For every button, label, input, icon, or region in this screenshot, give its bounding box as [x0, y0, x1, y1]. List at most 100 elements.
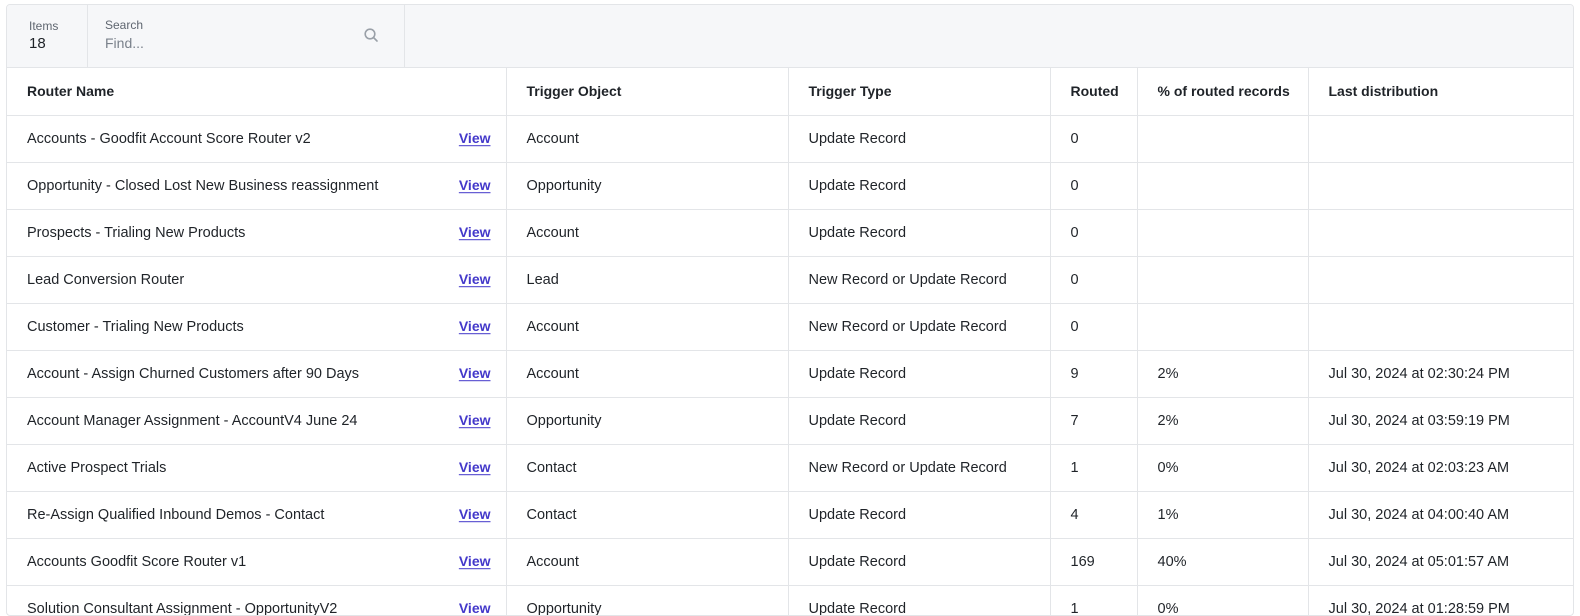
last-distribution-cell: [1308, 256, 1573, 304]
table-header-row: Router Name Trigger Object Trigger Type …: [7, 67, 1573, 116]
percent-routed-cell: 2%: [1137, 350, 1309, 398]
last-distribution-cell: [1308, 115, 1573, 163]
routers-table: Router Name Trigger Object Trigger Type …: [7, 67, 1573, 616]
router-name-cell: Re-Assign Qualified Inbound Demos - Cont…: [7, 491, 507, 539]
router-name-cell: Active Prospect Trials View: [7, 444, 507, 492]
table-row: Solution Consultant Assignment - Opportu…: [7, 585, 1573, 616]
trigger-type-cell: Update Record: [788, 162, 1051, 210]
table-row: Active Prospect Trials View Contact New Rec…: [7, 444, 1573, 492]
view-link[interactable]: View: [459, 365, 491, 381]
router-name: Accounts Goodfit Score Router v1: [27, 553, 247, 570]
router-name: Account - Assign Churned Customers after…: [27, 365, 360, 382]
router-name-cell: Solution Consultant Assignment - Opportu…: [7, 585, 507, 616]
percent-routed-cell: 1%: [1137, 491, 1309, 539]
percent-routed-cell: 40%: [1137, 538, 1309, 586]
trigger-type-cell: Update Record: [788, 538, 1051, 586]
router-name-cell: Accounts Goodfit Score Router v1 View: [7, 538, 507, 586]
column-header-last-distribution[interactable]: Last distribution: [1308, 67, 1573, 116]
routers-panel: Items 18 Search Router Name Trigger Obje…: [6, 4, 1574, 616]
trigger-object-cell: Account: [506, 303, 789, 351]
column-header-percent-routed[interactable]: % of routed records: [1137, 67, 1309, 116]
view-link[interactable]: View: [459, 412, 491, 428]
router-name-cell: Account Manager Assignment - AccountV4 J…: [7, 397, 507, 445]
trigger-object-cell: Opportunity: [506, 397, 789, 445]
column-header-trigger-type[interactable]: Trigger Type: [788, 67, 1051, 116]
search-box: Search: [87, 5, 405, 67]
view-link[interactable]: View: [459, 177, 491, 193]
trigger-type-cell: Update Record: [788, 397, 1051, 445]
router-name-cell: Opportunity - Closed Lost New Business r…: [7, 162, 507, 210]
view-link[interactable]: View: [459, 459, 491, 475]
items-label: Items: [29, 19, 59, 33]
router-name: Solution Consultant Assignment - Opportu…: [27, 600, 338, 616]
routed-cell: 0: [1050, 256, 1138, 304]
routed-cell: 0: [1050, 209, 1138, 257]
toolbar: Items 18 Search: [7, 5, 1573, 68]
percent-routed-cell: [1137, 303, 1309, 351]
table-row: Lead Conversion Router View Lead New Record…: [7, 256, 1573, 304]
view-link[interactable]: View: [459, 224, 491, 240]
view-link[interactable]: View: [459, 506, 491, 522]
search-input[interactable]: [105, 33, 345, 53]
trigger-object-cell: Account: [506, 350, 789, 398]
trigger-object-cell: Account: [506, 209, 789, 257]
trigger-object-cell: Opportunity: [506, 585, 789, 615]
trigger-type-cell: Update Record: [788, 209, 1051, 257]
last-distribution-cell: Jul 30, 2024 at 04:00:40 AM: [1308, 491, 1573, 539]
percent-routed-cell: 0%: [1137, 585, 1309, 615]
router-name-cell: Prospects - Trialing New Products View: [7, 209, 507, 257]
column-header-routed[interactable]: Routed: [1050, 67, 1138, 116]
search-label: Search: [105, 18, 144, 32]
router-name: Prospects - Trialing New Products: [27, 224, 246, 241]
view-link[interactable]: View: [459, 553, 491, 569]
last-distribution-cell: Jul 30, 2024 at 02:30:24 PM: [1308, 350, 1573, 398]
view-link[interactable]: View: [459, 130, 491, 146]
routed-cell: 1: [1050, 585, 1138, 615]
router-name: Lead Conversion Router: [27, 271, 185, 288]
router-name-cell: Account - Assign Churned Customers after…: [7, 350, 507, 398]
trigger-object-cell: Account: [506, 115, 789, 163]
table-row: Accounts - Goodfit Account Score Router …: [7, 115, 1573, 163]
items-count: 18: [29, 35, 46, 52]
router-name-cell: Customer - Trialing New Products View: [7, 303, 507, 351]
table-row: Account Manager Assignment - AccountV4 J…: [7, 397, 1573, 445]
trigger-type-cell: Update Record: [788, 350, 1051, 398]
table-row: Re-Assign Qualified Inbound Demos - Cont…: [7, 491, 1573, 539]
trigger-type-cell: Update Record: [788, 585, 1051, 615]
trigger-object-cell: Lead: [506, 256, 789, 304]
trigger-type-cell: New Record or Update Record: [788, 256, 1051, 304]
router-name: Active Prospect Trials: [27, 459, 167, 476]
view-link[interactable]: View: [459, 271, 491, 287]
table-row: Customer - Trialing New Products View Acco…: [7, 303, 1573, 351]
trigger-object-cell: Contact: [506, 444, 789, 492]
trigger-type-cell: Update Record: [788, 491, 1051, 539]
table-body: Accounts - Goodfit Account Score Router …: [7, 115, 1573, 616]
table-row: Accounts Goodfit Score Router v1 View Acco…: [7, 538, 1573, 586]
router-name: Accounts - Goodfit Account Score Router …: [27, 130, 311, 147]
percent-routed-cell: 0%: [1137, 444, 1309, 492]
table-row: Opportunity - Closed Lost New Business r…: [7, 162, 1573, 210]
search-icon[interactable]: [363, 27, 379, 43]
router-name: Opportunity - Closed Lost New Business r…: [27, 177, 379, 194]
router-name: Customer - Trialing New Products: [27, 318, 244, 335]
column-header-router-name[interactable]: Router Name: [7, 67, 507, 116]
trigger-type-cell: New Record or Update Record: [788, 444, 1051, 492]
last-distribution-cell: Jul 30, 2024 at 01:28:59 PM: [1308, 585, 1573, 615]
trigger-type-cell: Update Record: [788, 115, 1051, 163]
last-distribution-cell: Jul 30, 2024 at 05:01:57 AM: [1308, 538, 1573, 586]
routed-cell: 0: [1050, 303, 1138, 351]
percent-routed-cell: [1137, 256, 1309, 304]
router-name-cell: Accounts - Goodfit Account Score Router …: [7, 115, 507, 163]
routed-cell: 7: [1050, 397, 1138, 445]
view-link[interactable]: View: [459, 600, 491, 615]
last-distribution-cell: Jul 30, 2024 at 03:59:19 PM: [1308, 397, 1573, 445]
last-distribution-cell: [1308, 162, 1573, 210]
routed-cell: 4: [1050, 491, 1138, 539]
percent-routed-cell: [1137, 162, 1309, 210]
last-distribution-cell: Jul 30, 2024 at 02:03:23 AM: [1308, 444, 1573, 492]
view-link[interactable]: View: [459, 318, 491, 334]
column-header-trigger-object[interactable]: Trigger Object: [506, 67, 789, 116]
trigger-object-cell: Account: [506, 538, 789, 586]
router-name: Account Manager Assignment - AccountV4 J…: [27, 412, 358, 429]
trigger-object-cell: Opportunity: [506, 162, 789, 210]
